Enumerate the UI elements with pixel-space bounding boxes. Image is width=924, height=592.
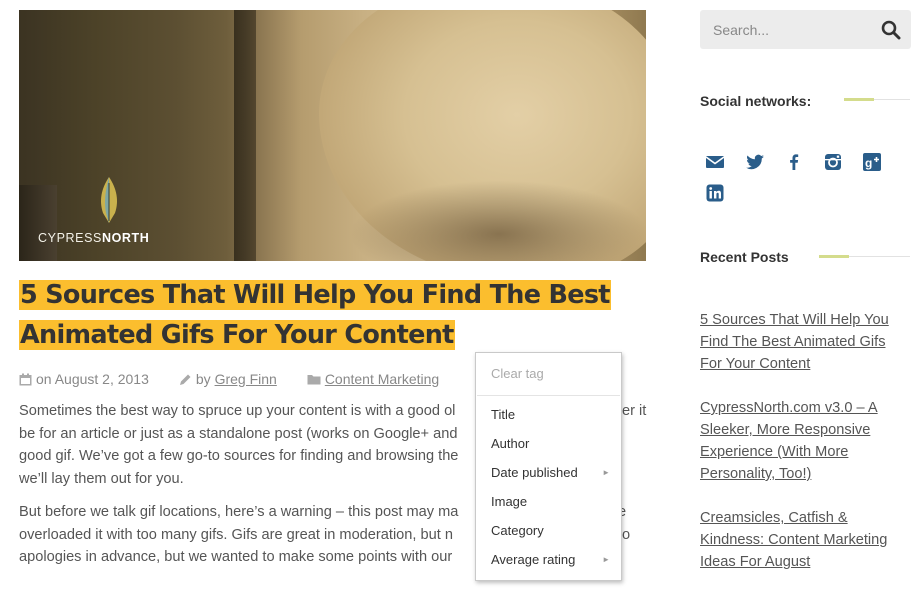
- recent-posts-list: 5 Sources That Will Help You Find The Be…: [700, 309, 910, 592]
- calendar-icon: [19, 373, 32, 385]
- post-title[interactable]: 5 Sources That Will Help You Find The Be…: [19, 274, 647, 354]
- menu-item-category[interactable]: Category: [476, 519, 621, 543]
- cypressnorth-logo: CYPRESSNORTH: [35, 177, 157, 249]
- recent-post-link[interactable]: 5 Sources That Will Help You Find The Be…: [700, 309, 910, 375]
- svg-text:g: g: [865, 156, 872, 170]
- author-link[interactable]: Greg Finn: [215, 371, 277, 387]
- folder-icon: [307, 374, 321, 384]
- post-by-label: by: [195, 371, 211, 387]
- facebook-icon[interactable]: [783, 151, 805, 173]
- heading-accent-line: [844, 98, 874, 101]
- search-input[interactable]: [700, 10, 870, 49]
- twitter-icon[interactable]: [744, 151, 766, 173]
- instagram-icon[interactable]: [822, 151, 844, 173]
- heading-accent-line: [819, 255, 849, 258]
- menu-item-image[interactable]: Image: [476, 490, 621, 514]
- menu-item-author[interactable]: Author: [476, 432, 621, 456]
- recent-posts-heading: Recent Posts: [700, 249, 789, 265]
- submenu-arrow-icon: ►: [602, 555, 610, 564]
- menu-separator: [477, 395, 620, 396]
- linkedin-icon[interactable]: [704, 182, 726, 204]
- search-icon[interactable]: [881, 20, 901, 40]
- category-link[interactable]: Content Marketing: [325, 371, 439, 387]
- menu-item-clear-tag: Clear tag: [491, 366, 544, 381]
- recent-post-link[interactable]: Creamsicles, Catfish & Kindness: Content…: [700, 507, 910, 573]
- google-plus-icon[interactable]: g: [861, 151, 883, 173]
- menu-item-average-rating[interactable]: Average rating ►: [476, 548, 621, 572]
- context-menu: Clear tag Title Author Date published ► I…: [475, 352, 622, 581]
- email-icon[interactable]: [704, 151, 726, 173]
- recent-post-link[interactable]: CypressNorth.com v3.0 – A Sleeker, More …: [700, 397, 910, 485]
- post-date: on August 2, 2013: [19, 371, 149, 387]
- menu-item-title[interactable]: Title: [476, 403, 621, 427]
- search-box: [700, 10, 911, 49]
- social-networks-heading: Social networks:: [700, 93, 812, 109]
- pencil-icon: [179, 374, 191, 385]
- menu-item-date-published[interactable]: Date published ►: [476, 461, 621, 485]
- submenu-arrow-icon: ►: [602, 468, 610, 477]
- featured-image: CYPRESSNORTH: [19, 10, 646, 261]
- post-meta: on August 2, 2013 by Greg Finn Content M…: [19, 371, 439, 387]
